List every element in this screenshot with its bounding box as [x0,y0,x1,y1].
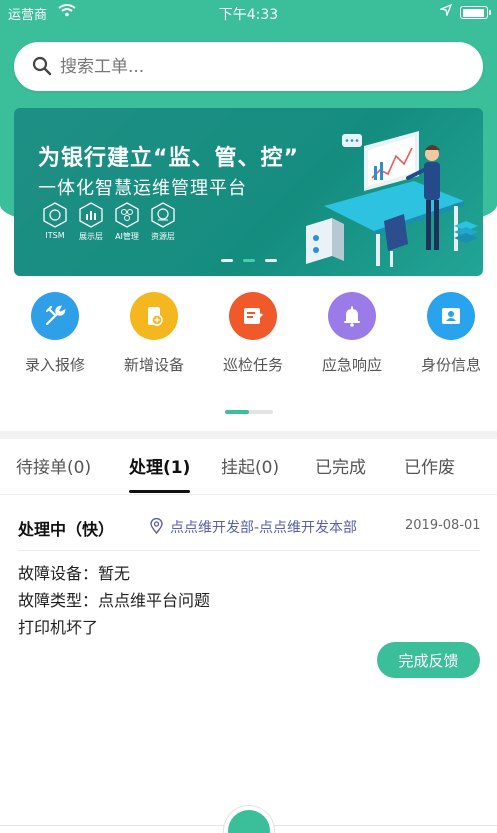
quick-action-add-device[interactable]: 新增设备 [105,288,203,375]
work-order-card[interactable]: 处理中（快） 点点维开发部-点点维开发本部 2019-08-01 故障设备：暂无… [0,496,497,696]
quick-action-label: 巡检任务 [222,356,283,374]
banner-badge: ITSM [38,202,72,240]
quick-action-label: 身份信息 [420,356,481,374]
quick-action-label: 新增设备 [123,356,184,374]
banner-badge-label: 资源层 [151,232,175,241]
quick-action-emergency[interactable]: 应急响应 [303,288,401,375]
fault-device-label: 故障设备： [18,564,99,583]
scan-icon [228,810,270,833]
banner-headline: 为银行建立“监、管、控” [38,146,299,171]
quick-action-inspection[interactable]: 巡检任务 [204,288,302,375]
order-tabs: 待接单(0) 处理(1) 挂起(0) 已完成 已作废 [0,439,497,495]
tab-suspended[interactable]: 挂起(0) [221,453,279,478]
fault-device-value: 暂无 [98,564,131,583]
order-department: 点点维开发部-点点维开发本部 [170,520,358,536]
fault-device-row: 故障设备：暂无 [18,560,130,584]
promo-banner[interactable]: 为银行建立“监、管、控” 一体化智慧运维管理平台 ITSM 展示层 AI管理 资… [14,108,483,276]
quick-action-label: 应急响应 [321,356,382,374]
itsm-icon [43,202,67,228]
tab-voided[interactable]: 已作废 [404,453,455,478]
quick-action-repair[interactable]: 录入报修 [6,288,104,375]
tab-processing[interactable]: 处理(1) [129,453,190,478]
battery-icon [460,6,491,19]
card-divider [18,550,480,551]
clock: 下午4:33 [218,7,279,23]
tab-active-indicator [129,490,190,493]
quick-action-identity[interactable]: 身份信息 [402,288,497,375]
location-pin-icon [150,517,163,538]
banner-badges: ITSM 展示层 AI管理 资源层 [38,202,188,246]
quick-actions: 录入报修 新增设备 巡检任务 应急响应 身份信息 [0,288,497,388]
tab-completed[interactable]: 已完成 [315,453,366,478]
banner-badge-label: ITSM [45,231,65,240]
order-status: 处理中（快） [18,520,115,539]
display-layer-icon [79,202,103,228]
quick-action-label: 录入报修 [24,356,85,374]
banner-badge: 资源层 [146,202,180,242]
scan-button[interactable] [223,805,275,833]
banner-subline: 一体化智慧运维管理平台 [38,178,247,199]
bell-icon [328,292,376,340]
tab-pending[interactable]: 待接单(0) [16,453,91,478]
search-icon [32,56,52,80]
banner-pagination [221,259,281,265]
banner-badge-label: AI管理 [115,232,139,241]
banner-badge: AI管理 [110,202,144,242]
fault-type-label: 故障类型： [18,591,99,610]
id-card-icon [427,292,475,340]
location-arrow-icon [438,3,453,20]
banner-dot-active[interactable] [243,259,255,262]
device-add-icon [130,292,178,340]
search-bar[interactable] [14,42,483,91]
complete-feedback-button[interactable]: 完成反馈 [377,642,480,678]
fault-type-row: 故障类型：点点维平台问题 [18,587,210,611]
banner-badge: 展示层 [74,202,108,242]
fault-type-value: 点点维平台问题 [98,591,211,610]
pager-active [225,410,249,414]
quick-actions-pager [225,410,273,414]
status-bar: 运营商 下午4:33 [0,0,497,26]
task-edit-icon [229,292,277,340]
section-divider [0,431,497,439]
order-date: 2019-08-01 [405,518,481,533]
wrench-icon [31,292,79,340]
banner-dot[interactable] [265,259,277,262]
resource-layer-icon [151,202,175,228]
banner-badge-label: 展示层 [79,232,103,241]
banner-dot[interactable] [221,259,233,262]
order-description: 打印机坏了 [18,618,99,637]
ai-management-icon [115,202,139,228]
search-input[interactable] [60,50,460,83]
workspace-illustration-icon [306,131,478,267]
